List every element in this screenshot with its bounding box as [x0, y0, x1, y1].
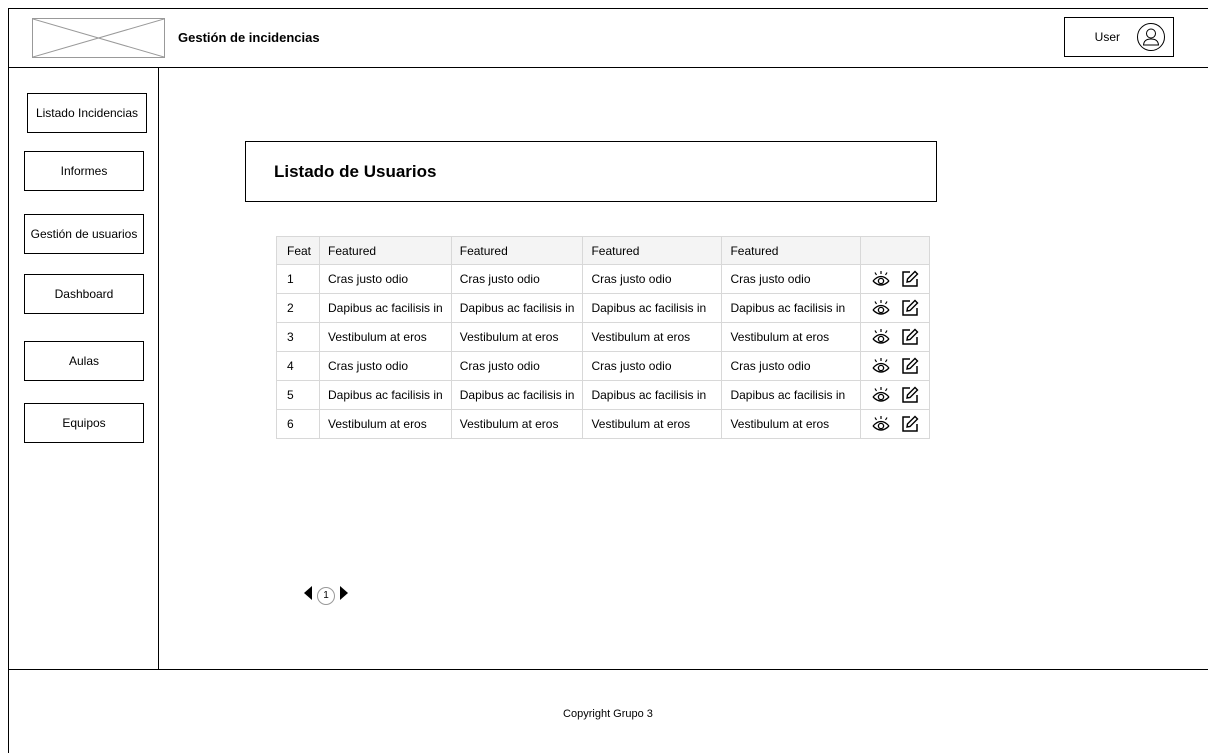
view-eye-icon[interactable]: [871, 328, 891, 346]
table-cell: Vestibulum at eros: [583, 323, 723, 352]
app-title: Gestión de incidencias: [178, 30, 320, 45]
table-cell: 4: [276, 352, 321, 381]
table-cell: Dapibus ac facilisis in: [451, 381, 584, 410]
sidebar-item-gestion-usuarios[interactable]: Gestión de usuarios: [24, 214, 144, 254]
table-cell: Cras justo odio: [451, 352, 584, 381]
table-cell: Dapibus ac facilisis in: [320, 294, 452, 323]
row-actions: [861, 294, 931, 323]
row-actions: [861, 265, 931, 294]
column-header: Featured: [451, 236, 584, 265]
sidebar-item-dashboard[interactable]: Dashboard: [24, 274, 144, 314]
edit-icon[interactable]: [901, 299, 919, 317]
table-cell: Dapibus ac facilisis in: [583, 294, 723, 323]
header: Gestión de incidencias User: [8, 8, 1208, 68]
row-actions-group: [869, 386, 921, 404]
row-actions: [861, 352, 931, 381]
table-cell: Dapibus ac facilisis in: [722, 294, 862, 323]
table-cell: Vestibulum at eros: [451, 323, 584, 352]
row-actions-group: [869, 328, 921, 346]
pagination: 1: [303, 585, 349, 606]
row-actions-group: [869, 299, 921, 317]
triangle-right-icon[interactable]: [339, 585, 349, 606]
view-eye-icon[interactable]: [871, 415, 891, 433]
column-header-actions: [861, 236, 931, 265]
sidebar-item-listado-incidencias[interactable]: Listado Incidencias: [27, 93, 147, 133]
edit-icon[interactable]: [901, 415, 919, 433]
view-eye-icon[interactable]: [871, 299, 891, 317]
table-cell: Cras justo odio: [451, 265, 584, 294]
table-cell: Cras justo odio: [583, 265, 723, 294]
table-cell: Dapibus ac facilisis in: [722, 381, 862, 410]
view-eye-icon[interactable]: [871, 386, 891, 404]
table-row: 2 Dapibus ac facilisis in Dapibus ac fac…: [276, 294, 931, 323]
table-row: 4 Cras justo odio Cras justo odio Cras j…: [276, 352, 931, 381]
view-eye-icon[interactable]: [871, 270, 891, 288]
table-cell: Cras justo odio: [583, 352, 723, 381]
user-menu-button[interactable]: User: [1064, 17, 1174, 57]
table-cell: 2: [276, 294, 321, 323]
table-row: 1 Cras justo odio Cras justo odio Cras j…: [276, 265, 931, 294]
column-header: Feat: [276, 236, 321, 265]
table-cell: Vestibulum at eros: [722, 410, 862, 439]
table-cell: 1: [276, 265, 321, 294]
table-cell: Cras justo odio: [722, 265, 862, 294]
table-cell: Vestibulum at eros: [583, 410, 723, 439]
table-cell: 6: [276, 410, 321, 439]
row-actions: [861, 410, 931, 439]
table-cell: Dapibus ac facilisis in: [583, 381, 723, 410]
user-label: User: [1094, 30, 1120, 44]
page-title: Listado de Usuarios: [245, 141, 937, 202]
edit-icon[interactable]: [901, 270, 919, 288]
table-header-row: Feat Featured Featured Featured Featured: [276, 236, 931, 265]
column-header: Featured: [722, 236, 862, 265]
users-table: Feat Featured Featured Featured Featured…: [276, 236, 931, 439]
table-cell: Cras justo odio: [320, 265, 452, 294]
copyright-text: Copyright Grupo 3: [563, 708, 653, 720]
edit-icon[interactable]: [901, 357, 919, 375]
table-cell: Dapibus ac facilisis in: [451, 294, 584, 323]
sidebar-item-informes[interactable]: Informes: [24, 151, 144, 191]
edit-icon[interactable]: [901, 386, 919, 404]
page-number-button[interactable]: 1: [317, 586, 335, 605]
footer: Copyright Grupo 3: [8, 669, 1208, 753]
row-actions-group: [869, 357, 921, 375]
table-cell: Vestibulum at eros: [722, 323, 862, 352]
view-eye-icon[interactable]: [871, 357, 891, 375]
row-actions-group: [869, 415, 921, 433]
edit-icon[interactable]: [901, 328, 919, 346]
table-cell: Dapibus ac facilisis in: [320, 381, 452, 410]
table-row: 6 Vestibulum at eros Vestibulum at eros …: [276, 410, 931, 439]
table-cell: 3: [276, 323, 321, 352]
table-cell: Cras justo odio: [722, 352, 862, 381]
row-actions-group: [869, 270, 921, 288]
table-row: 5 Dapibus ac facilisis in Dapibus ac fac…: [276, 381, 931, 410]
table-cell: 5: [276, 381, 321, 410]
table-cell: Vestibulum at eros: [320, 323, 452, 352]
table-cell: Vestibulum at eros: [320, 410, 452, 439]
row-actions: [861, 381, 931, 410]
sidebar-item-equipos[interactable]: Equipos: [24, 403, 144, 443]
table-row: 3 Vestibulum at eros Vestibulum at eros …: [276, 323, 931, 352]
table-cell: Vestibulum at eros: [451, 410, 584, 439]
triangle-left-icon[interactable]: [303, 585, 313, 606]
table-cell: Cras justo odio: [320, 352, 452, 381]
user-avatar-icon: [1136, 22, 1166, 52]
sidebar-item-aulas[interactable]: Aulas: [24, 341, 144, 381]
column-header: Featured: [320, 236, 452, 265]
logo-placeholder-icon: [32, 18, 165, 58]
column-header: Featured: [583, 236, 723, 265]
row-actions: [861, 323, 931, 352]
